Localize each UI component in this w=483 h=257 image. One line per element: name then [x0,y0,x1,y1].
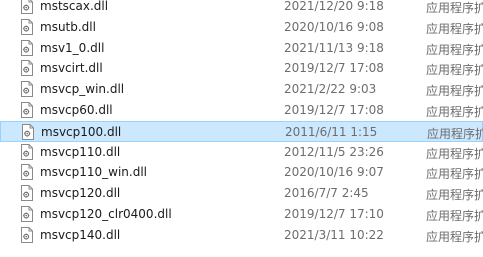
file-row[interactable]: msvcp60.dll 2019/12/7 17:08 应用程序扩 [0,100,483,121]
file-name: msvcp140.dll [40,227,121,242]
file-name: msvcp120.dll [40,186,121,201]
dll-file-icon [21,164,33,181]
file-name: msvcp120_clr0400.dll [40,207,172,221]
file-type: 应用程序扩 [426,229,483,244]
file-type: 应用程序扩 [426,42,483,57]
file-type: 应用程序扩 [426,63,483,78]
file-modified-date: 2012/11/5 23:26 [284,144,384,159]
file-row[interactable]: msvcp140.dll 2021/3/11 10:22 应用程序扩 [0,225,483,246]
file-type: 应用程序扩 [426,1,483,15]
dll-file-icon [21,0,33,14]
file-type: 应用程序扩 [426,188,483,203]
file-name: msvcp_win.dll [40,82,125,97]
dll-file-icon [21,102,33,118]
file-row[interactable]: mstscax.dll 2021/12/20 9:18 应用程序扩 [0,0,483,17]
dll-file-icon [21,18,33,35]
file-type: 应用程序扩 [426,105,483,119]
dll-file-icon [21,39,33,56]
file-name: mstscax.dll [40,0,109,13]
file-modified-date: 2016/7/7 2:45 [284,186,369,201]
file-row[interactable]: msutb.dll 2020/10/16 9:08 应用程序扩 [0,17,483,38]
file-row[interactable]: msvcp110.dll 2012/11/5 23:26 应用程序扩 [0,142,483,163]
file-row[interactable]: msvcirt.dll 2019/12/7 17:08 应用程序扩 [0,58,483,79]
dll-file-icon [22,123,34,140]
file-modified-date: 2021/3/11 10:22 [284,227,384,242]
file-name: msvcp110_win.dll [40,165,148,180]
file-modified-date: 2020/10/16 9:07 [284,165,384,180]
file-modified-date: 2021/2/22 9:03 [284,82,377,97]
file-name: msutb.dll [40,19,96,34]
file-modified-date: 2019/12/7 17:08 [284,103,384,117]
file-modified-date: 2019/12/7 17:08 [284,61,384,76]
file-row[interactable]: msvcp120.dll 2016/7/7 2:45 应用程序扩 [0,183,483,204]
file-list: mstscax.dll 2021/12/20 9:18 应用程序扩 msutb.dll… [0,0,483,257]
file-modified-date: 2020/10/16 9:08 [284,19,384,34]
file-name: msv1_0.dll [40,40,105,55]
dll-file-icon [21,206,33,222]
file-type: 应用程序扩 [426,167,483,182]
file-row[interactable]: msvcp120_clr0400.dll 2019/12/7 17:10 应用程序扩 [0,204,483,225]
file-modified-date: 2021/12/20 9:18 [284,0,384,13]
file-modified-date: 2019/12/7 17:10 [284,207,384,221]
file-type: 应用程序扩 [426,84,483,99]
file-type: 应用程序扩 [426,209,483,223]
dll-file-icon [21,143,33,160]
file-row[interactable]: msvcp110_win.dll 2020/10/16 9:07 应用程序扩 [0,162,483,183]
dll-file-icon [21,81,33,98]
file-row[interactable]: msv1_0.dll 2021/11/13 9:18 应用程序扩 [0,38,483,59]
file-row[interactable]: msvcp_win.dll 2021/2/22 9:03 应用程序扩 [0,79,483,100]
file-type: 应用程序扩 [427,126,483,141]
file-name: msvcp60.dll [40,103,113,117]
file-modified-date: 2021/11/13 9:18 [284,40,384,55]
file-type: 应用程序扩 [426,21,483,36]
file-type: 应用程序扩 [426,146,483,161]
dll-file-icon [21,60,33,77]
file-row[interactable]: msvcp100.dll 2011/6/11 1:15 应用程序扩 [0,120,483,142]
file-name: msvcp100.dll [41,124,122,139]
file-name: msvcp110.dll [40,144,121,159]
dll-file-icon [21,185,33,202]
dll-file-icon [21,226,33,243]
file-name: msvcirt.dll [40,61,103,76]
file-modified-date: 2011/6/11 1:15 [285,124,378,139]
